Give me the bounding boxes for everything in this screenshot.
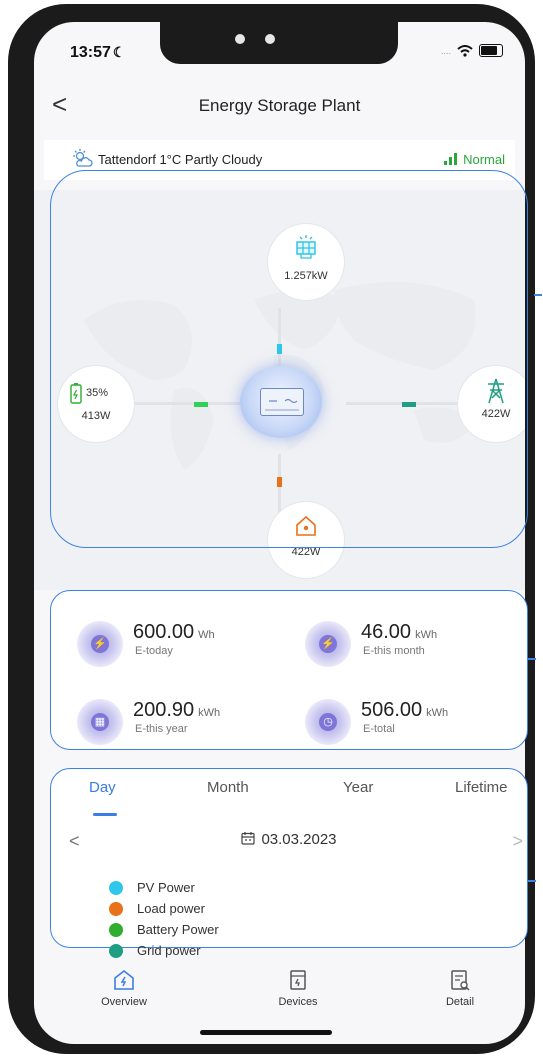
stat-e-today[interactable]: ⚡ 600.00 Wh E-today (77, 617, 297, 667)
overview-icon (114, 969, 134, 990)
stat-number: 46.00 (361, 621, 412, 643)
stat-label: E-this month (363, 645, 425, 657)
devices-icon (290, 970, 306, 990)
tab-day[interactable]: Day (89, 779, 116, 796)
legend-dot (109, 943, 123, 958)
header: < Energy Storage Plant (34, 88, 525, 124)
nav-label: Overview (101, 996, 147, 1008)
time-text: 13:57 (70, 44, 111, 61)
calendar-icon: ▦ (77, 699, 123, 745)
stat-value: 506.00 kWh (361, 699, 448, 722)
next-date-button[interactable]: > (512, 831, 523, 852)
energy-stats-panel: ⚡ 600.00 Wh E-today ⚡ 46.00 kWh E-this mon… (50, 590, 528, 750)
nav-overview[interactable]: Overview (74, 968, 174, 1008)
bottom-nav: Overview Devices Detail (34, 968, 525, 1028)
legend-item[interactable]: Battery Power (109, 919, 219, 940)
stat-value: 200.90 kWh (133, 699, 220, 722)
nav-label: Devices (278, 996, 318, 1008)
nav-label: Detail (445, 996, 475, 1008)
detail-icon (451, 970, 470, 991)
stat-e-total[interactable]: ◷ 506.00 kWh E-total (305, 695, 525, 745)
lightning-icon: ⚡ (77, 621, 123, 667)
stat-unit: kWh (198, 707, 221, 719)
period-tabs: Day Month Year Lifetime (51, 779, 527, 816)
stat-number: 200.90 (133, 699, 195, 721)
active-tab-indicator (93, 813, 117, 816)
flow-callout-line (534, 294, 542, 296)
stat-unit: kWh (415, 629, 438, 641)
legend-dot (109, 922, 123, 937)
stat-value: 600.00 Wh (133, 621, 215, 644)
signal-icon: .... (440, 45, 451, 56)
weather-temp: 1°C (159, 152, 182, 167)
sensor-dot (265, 34, 275, 44)
stat-value: 46.00 kWh (361, 621, 437, 644)
clock-icon: ◷ (305, 699, 351, 745)
legend-label: Load power (137, 901, 205, 916)
nav-devices[interactable]: Devices (248, 968, 348, 1008)
legend-item[interactable]: PV Power (109, 877, 219, 898)
stats-callout-line (528, 658, 536, 660)
weather-text: Tattendorf 1°C Partly Cloudy (98, 152, 262, 167)
legend-label: Battery Power (137, 922, 219, 937)
flow-highlight-box (50, 170, 528, 548)
weather-location: Tattendorf (98, 152, 156, 167)
stat-label: E-total (363, 723, 395, 735)
partly-cloudy-icon (73, 149, 93, 167)
power-chart-panel: Day Month Year Lifetime < 03.03.2023 > P… (50, 768, 528, 958)
legend-item[interactable]: Load power (109, 898, 219, 919)
status-time: 13:57 ☾ (70, 44, 125, 62)
stat-e-month[interactable]: ⚡ 46.00 kWh E-this month (305, 617, 525, 667)
legend-dot (109, 901, 123, 916)
tab-month[interactable]: Month (207, 779, 249, 796)
stat-number: 600.00 (133, 621, 195, 643)
battery-status-icon (479, 44, 503, 57)
stat-label: E-this year (135, 723, 188, 735)
page-title: Energy Storage Plant (198, 96, 361, 115)
legend-item[interactable]: Grid power (109, 940, 219, 961)
nav-detail[interactable]: Detail (410, 968, 510, 1008)
date-text: 03.03.2023 (261, 831, 337, 848)
legend-label: PV Power (137, 880, 195, 895)
stat-unit: Wh (198, 629, 215, 641)
notch (160, 22, 398, 64)
moon-icon: ☾ (112, 44, 126, 60)
tab-lifetime[interactable]: Lifetime (455, 779, 508, 796)
chart-callout-line (528, 880, 536, 882)
tab-year[interactable]: Year (343, 779, 373, 796)
chart-legend: PV Power Load power Battery Power Grid p… (109, 877, 219, 961)
status-icons: .... (441, 44, 503, 57)
plant-status: Normal (444, 152, 505, 167)
signal-bars-icon (444, 153, 460, 165)
lightning-icon: ⚡ (305, 621, 351, 667)
stat-unit: kWh (426, 707, 449, 719)
stat-label: E-today (135, 645, 173, 657)
stat-e-year[interactable]: ▦ 200.90 kWh E-this year (77, 695, 297, 745)
weather-condition: Partly Cloudy (184, 152, 263, 167)
date-selector: < 03.03.2023 > (51, 831, 527, 855)
home-indicator (200, 1030, 332, 1035)
status-text: Normal (463, 152, 505, 167)
stat-number: 506.00 (361, 699, 423, 721)
camera-dot (235, 34, 245, 44)
date-display[interactable]: 03.03.2023 (51, 831, 527, 848)
legend-dot (109, 880, 123, 895)
calendar-icon (241, 832, 256, 845)
wifi-icon (457, 44, 473, 57)
legend-label: Grid power (137, 943, 201, 958)
